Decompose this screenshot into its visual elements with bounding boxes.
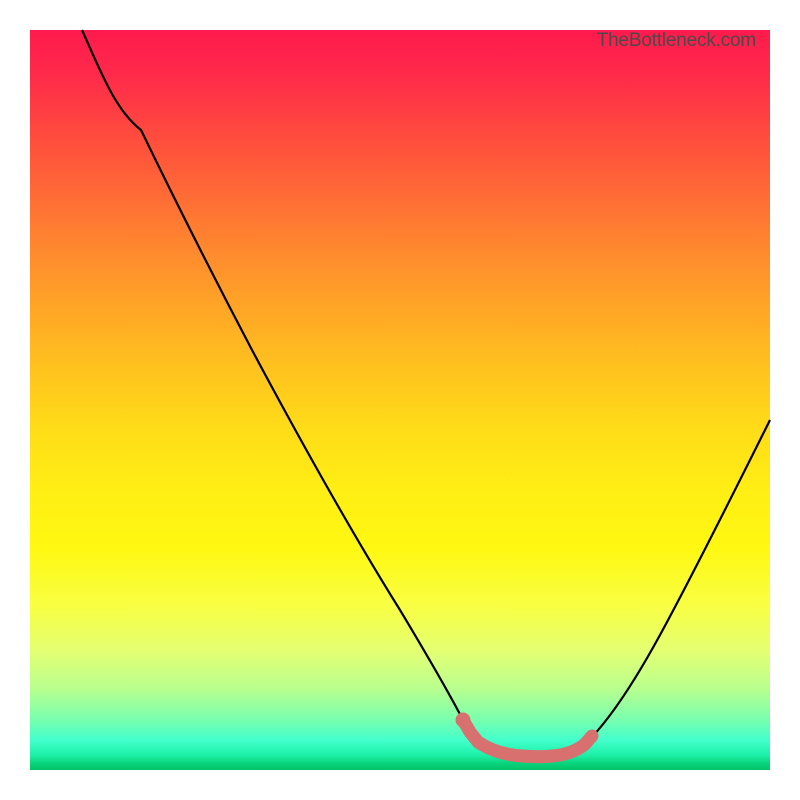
watermark-text: TheBottleneck.com [597,30,756,52]
bottleneck-curve [82,30,770,757]
bottleneck-curve-svg [30,30,770,770]
plot-area: TheBottleneck.com [30,30,770,770]
chart-container: TheBottleneck.com [16,16,784,784]
highlight-start-dot [456,713,471,728]
optimal-range-highlight [463,720,592,757]
